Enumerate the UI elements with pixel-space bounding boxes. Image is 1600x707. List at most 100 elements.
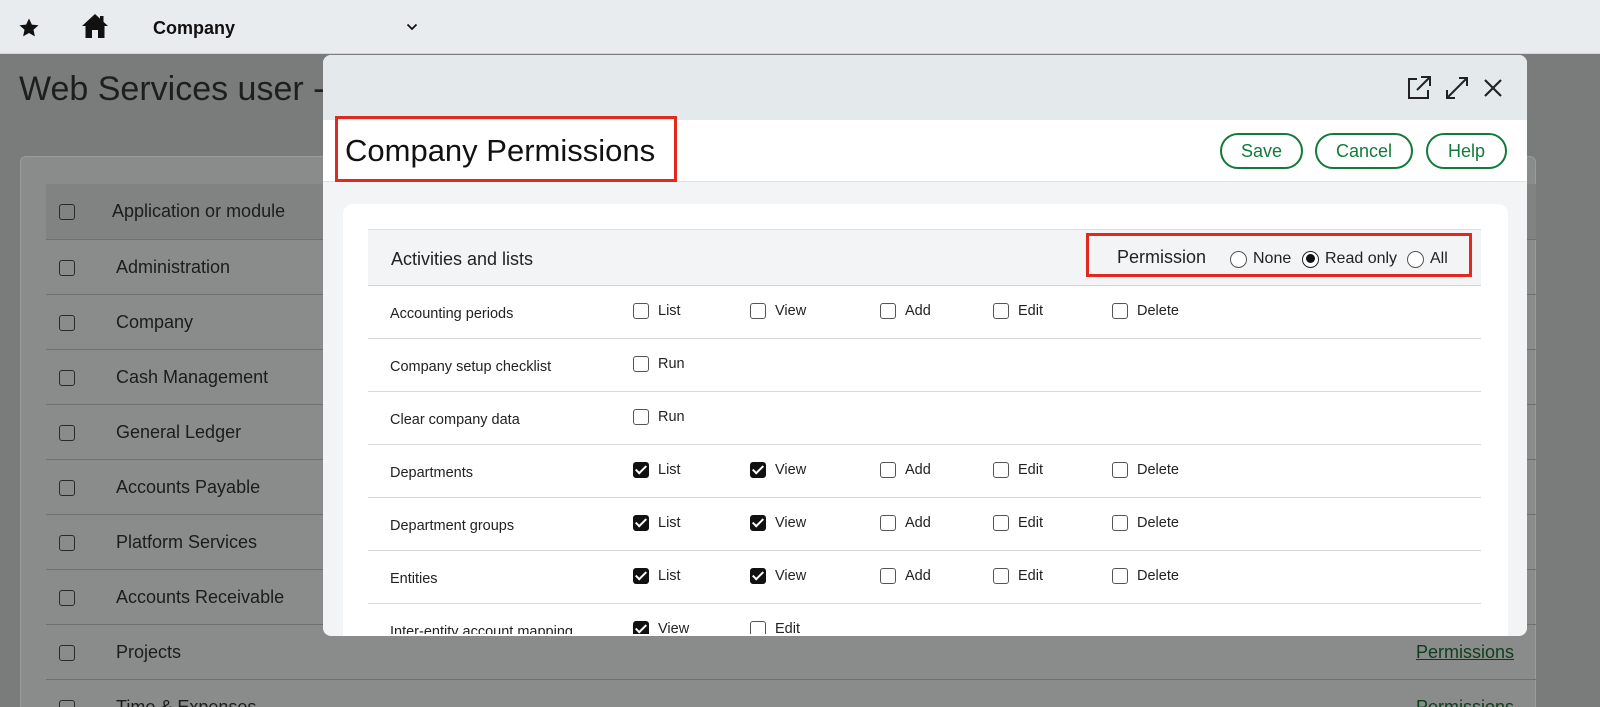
- checkbox-label: Edit: [1018, 515, 1043, 531]
- checkbox-checked[interactable]: [750, 515, 766, 531]
- save-button[interactable]: Save: [1220, 133, 1303, 169]
- checkbox[interactable]: [880, 568, 896, 584]
- table-row: Time & Expenses Permissions: [46, 680, 1536, 707]
- checkbox[interactable]: [633, 303, 649, 319]
- edit-checkbox[interactable]: Edit: [993, 515, 1043, 531]
- row-checkbox[interactable]: [59, 260, 75, 276]
- radio-all[interactable]: All: [1407, 250, 1448, 268]
- checkbox-label: List: [658, 303, 681, 319]
- view-checkbox[interactable]: View: [750, 462, 806, 478]
- permissions-link[interactable]: Permissions: [1416, 642, 1514, 663]
- radio-button-selected[interactable]: [1302, 250, 1319, 268]
- activity-name: Clear company data: [390, 412, 520, 428]
- activity-name: Company setup checklist: [390, 359, 552, 375]
- list-checkbox[interactable]: List: [633, 462, 681, 478]
- checkbox[interactable]: [1112, 462, 1128, 478]
- checkbox-checked[interactable]: [633, 515, 649, 531]
- radio-label: All: [1430, 250, 1448, 267]
- row-checkbox[interactable]: [59, 425, 75, 441]
- view-checkbox[interactable]: View: [633, 621, 689, 634]
- row-checkbox[interactable]: [59, 535, 75, 551]
- checkbox[interactable]: [1112, 303, 1128, 319]
- radio-none[interactable]: None: [1230, 250, 1291, 268]
- checkbox[interactable]: [993, 568, 1009, 584]
- row-checkbox[interactable]: [59, 370, 75, 386]
- edit-checkbox[interactable]: Edit: [750, 621, 800, 634]
- checkbox[interactable]: [1112, 568, 1128, 584]
- chevron-down-icon[interactable]: [406, 22, 418, 32]
- edit-checkbox[interactable]: Edit: [993, 462, 1043, 478]
- checkbox-label: View: [775, 462, 807, 478]
- checkbox-checked[interactable]: [633, 621, 649, 634]
- add-checkbox[interactable]: Add: [880, 303, 931, 319]
- checkbox[interactable]: [633, 356, 649, 372]
- delete-checkbox[interactable]: Delete: [1112, 568, 1179, 584]
- checkbox-label: List: [658, 515, 681, 531]
- checkbox-label: Add: [905, 515, 931, 531]
- company-switcher-label[interactable]: Company: [153, 18, 235, 39]
- view-checkbox[interactable]: View: [750, 303, 806, 319]
- run-checkbox[interactable]: Run: [633, 356, 685, 372]
- list-checkbox[interactable]: List: [633, 515, 681, 531]
- page-title: Web Services user -: [19, 70, 325, 108]
- module-name: Platform Services: [116, 532, 258, 552]
- list-checkbox[interactable]: List: [633, 568, 681, 584]
- checkbox-checked[interactable]: [750, 462, 766, 478]
- add-checkbox[interactable]: Add: [880, 568, 931, 584]
- delete-checkbox[interactable]: Delete: [1112, 515, 1179, 531]
- edit-checkbox[interactable]: Edit: [993, 303, 1043, 319]
- cancel-button[interactable]: Cancel: [1315, 133, 1413, 169]
- checkbox[interactable]: [880, 462, 896, 478]
- help-button[interactable]: Help: [1426, 133, 1507, 169]
- checkbox[interactable]: [750, 621, 766, 634]
- checkbox-checked[interactable]: [750, 568, 766, 584]
- edit-checkbox[interactable]: Edit: [993, 568, 1043, 584]
- add-checkbox[interactable]: Add: [880, 515, 931, 531]
- checkbox-checked[interactable]: [633, 568, 649, 584]
- radio-label: None: [1253, 250, 1292, 267]
- row-checkbox[interactable]: [59, 480, 75, 496]
- permissions-link[interactable]: Permissions: [1416, 697, 1514, 707]
- checkbox[interactable]: [633, 409, 649, 425]
- home-icon[interactable]: [80, 12, 110, 40]
- row-checkbox[interactable]: [59, 700, 75, 707]
- permission-row: Entities List View Add Edit Delete: [368, 551, 1481, 604]
- delete-checkbox[interactable]: Delete: [1112, 303, 1179, 319]
- open-in-new-window-icon[interactable]: [1404, 73, 1434, 103]
- permission-row: Company setup checklist Run: [368, 339, 1481, 392]
- row-checkbox[interactable]: [59, 315, 75, 331]
- radio-button[interactable]: [1407, 250, 1424, 268]
- checkbox[interactable]: [993, 462, 1009, 478]
- delete-checkbox[interactable]: Delete: [1112, 462, 1179, 478]
- view-checkbox[interactable]: View: [750, 568, 806, 584]
- checkbox[interactable]: [1112, 515, 1128, 531]
- select-all-checkbox[interactable]: [59, 204, 75, 220]
- checkbox[interactable]: [880, 515, 896, 531]
- star-icon[interactable]: [17, 16, 41, 40]
- activity-name: Departments: [390, 465, 474, 481]
- checkbox[interactable]: [993, 515, 1009, 531]
- checkbox[interactable]: [993, 303, 1009, 319]
- run-checkbox[interactable]: Run: [633, 409, 685, 425]
- add-checkbox[interactable]: Add: [880, 462, 931, 478]
- checkbox-label: Delete: [1137, 303, 1179, 319]
- checkbox-label: List: [658, 462, 681, 478]
- permission-row: Departments List View Add Edit Delete: [368, 445, 1481, 498]
- list-checkbox[interactable]: List: [633, 303, 681, 319]
- activity-name: Entities: [390, 571, 438, 587]
- checkbox[interactable]: [750, 303, 766, 319]
- expand-icon[interactable]: [1442, 73, 1472, 103]
- radio-button[interactable]: [1230, 250, 1247, 268]
- row-checkbox[interactable]: [59, 645, 75, 661]
- module-name: Administration: [116, 257, 231, 277]
- view-checkbox[interactable]: View: [750, 515, 806, 531]
- close-icon[interactable]: [1478, 73, 1508, 103]
- row-checkbox[interactable]: [59, 590, 75, 606]
- permission-row: Department groups List View Add Edit Del…: [368, 498, 1481, 551]
- permission-label: Permission: [1117, 247, 1207, 267]
- checkbox-checked[interactable]: [633, 462, 649, 478]
- checkbox-label: Add: [905, 462, 931, 478]
- radio-read-only[interactable]: Read only: [1302, 250, 1397, 268]
- permission-row: Inter-entity account mapping View Edit: [368, 604, 1481, 634]
- checkbox[interactable]: [880, 303, 896, 319]
